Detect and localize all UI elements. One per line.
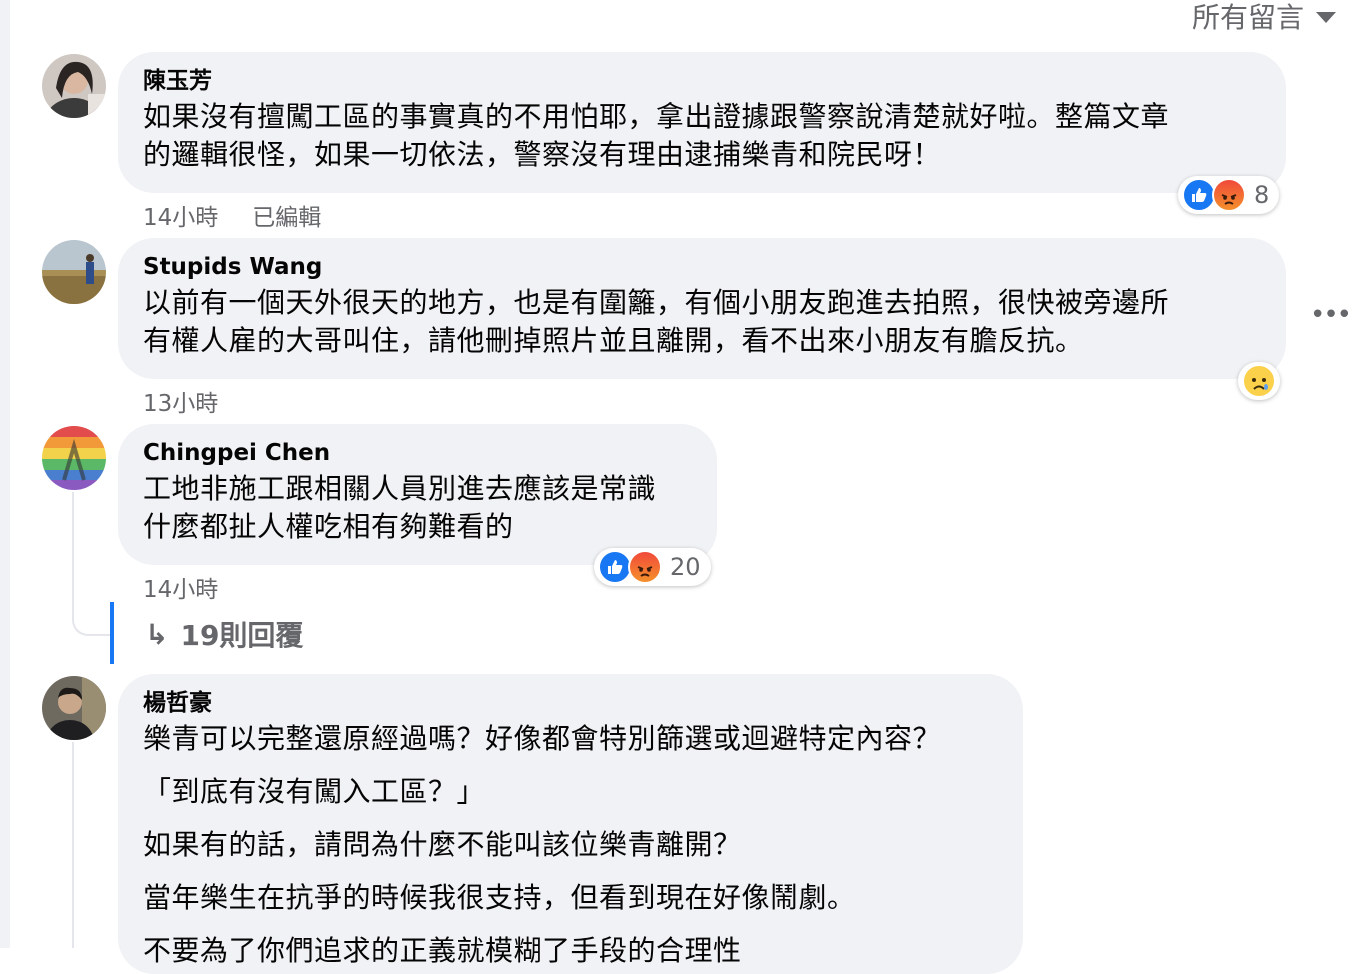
- more-options-icon[interactable]: •••: [1310, 300, 1352, 330]
- reply-arrow-icon: ↳: [145, 617, 169, 651]
- reaction-summary[interactable]: 20: [594, 548, 711, 586]
- comment-text-line: 有權人雇的大哥叫住，請他刪掉照片並且離開，看不出來小朋友有膽反抗。: [143, 324, 1084, 357]
- sort-label: 所有留言: [1191, 1, 1304, 34]
- thread-line: [72, 742, 74, 948]
- avatar[interactable]: [42, 240, 106, 304]
- angry-reaction-icon: [1212, 178, 1246, 212]
- angry-reaction-icon: [628, 550, 662, 584]
- reaction-count: 8: [1254, 181, 1270, 209]
- comment-text-line: 的邏輯很怪，如果一切依法，警察沒有理由逮捕樂青和院民呀！: [143, 138, 942, 171]
- like-reaction-icon: [598, 550, 632, 584]
- reaction-summary[interactable]: 8: [1178, 176, 1280, 214]
- reaction-summary[interactable]: [1238, 362, 1280, 400]
- reply-focus-indicator: [110, 602, 114, 664]
- left-edge-divider: [0, 0, 10, 948]
- reaction-count: 20: [670, 553, 701, 581]
- comment-meta: 14小時 已編輯: [143, 198, 321, 232]
- avatar[interactable]: [42, 426, 106, 490]
- comment-paragraph: 不要為了你們追求的正義就模糊了手段的合理性: [143, 934, 742, 967]
- commenter-name[interactable]: 陳玉芳: [143, 66, 1262, 96]
- comment-text-line: 什麼都扯人權吃相有夠難看的: [143, 510, 514, 543]
- thread-connector: [72, 600, 114, 636]
- comment-sort-dropdown[interactable]: 所有留言: [1192, 0, 1336, 36]
- avatar[interactable]: [42, 54, 106, 118]
- comment-timestamp[interactable]: 13小時: [143, 384, 218, 418]
- edited-label[interactable]: 已編輯: [252, 198, 321, 232]
- comment-timestamp[interactable]: 14小時: [143, 570, 218, 604]
- comment-meta: 14小時: [143, 570, 218, 604]
- comment-bubble: Chingpei Chen 工地非施工跟相關人員別進去應該是常識 什麼都扯人權吃…: [118, 424, 717, 565]
- comment-paragraph: 「到底有沒有闖入工區？」: [143, 775, 486, 808]
- comment-text-line: 如果沒有擅闖工區的事實真的不用怕耶，拿出證據跟警察說清楚就好啦。整篇文章: [143, 100, 1170, 133]
- sad-reaction-icon: [1242, 364, 1276, 398]
- commenter-name[interactable]: Stupids Wang: [143, 252, 1262, 282]
- view-replies-link[interactable]: ↳ 19則回覆: [145, 614, 303, 654]
- comment-bubble: Stupids Wang 以前有一個天外很天的地方，也是有圍籬，有個小朋友跑進去…: [118, 238, 1286, 379]
- comment-meta: 13小時: [143, 384, 218, 418]
- replies-count-label: 19則回覆: [180, 619, 304, 652]
- comment-paragraph: 當年樂生在抗爭的時候我很支持，但看到現在好像鬧劇。: [143, 881, 856, 914]
- commenter-name[interactable]: 楊哲豪: [143, 688, 999, 718]
- comment-text-line: 工地非施工跟相關人員別進去應該是常識: [143, 472, 657, 505]
- caret-down-icon: [1316, 11, 1336, 23]
- comment-timestamp[interactable]: 14小時: [143, 198, 218, 232]
- comment-bubble: 陳玉芳 如果沒有擅闖工區的事實真的不用怕耶，拿出證據跟警察說清楚就好啦。整篇文章…: [118, 52, 1286, 193]
- comment-text-line: 以前有一個天外很天的地方，也是有圍籬，有個小朋友跑進去拍照，很快被旁邊所: [143, 286, 1170, 319]
- comment-paragraph: 如果有的話，請問為什麼不能叫該位樂青離開？: [143, 828, 742, 861]
- comment-bubble: 楊哲豪 樂青可以完整還原經過嗎？好像都會特別篩選或迴避特定內容？ 「到底有沒有闖…: [118, 674, 1023, 974]
- avatar[interactable]: [42, 676, 106, 740]
- commenter-name[interactable]: Chingpei Chen: [143, 438, 693, 468]
- like-reaction-icon: [1182, 178, 1216, 212]
- comment-paragraph: 樂青可以完整還原經過嗎？好像都會特別篩選或迴避特定內容？: [143, 722, 942, 755]
- thread-line: [72, 492, 74, 602]
